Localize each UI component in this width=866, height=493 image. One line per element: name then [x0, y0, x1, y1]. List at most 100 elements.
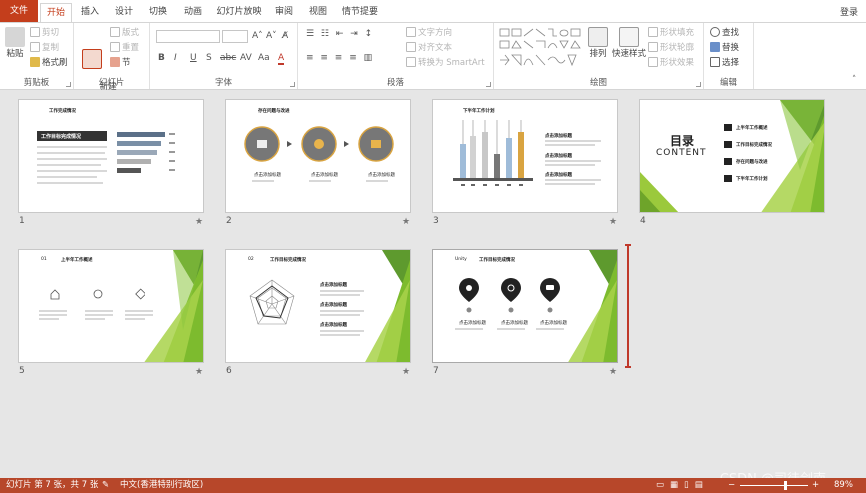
process-circles-graphic — [244, 126, 394, 162]
change-case-button[interactable]: Aa — [258, 53, 270, 63]
paste-button[interactable]: 粘贴 — [4, 27, 26, 60]
copy-button[interactable]: 复制 — [30, 42, 59, 54]
view-buttons[interactable]: ▭▦▯▤ — [656, 478, 709, 493]
scissors-icon — [30, 27, 40, 37]
char-spacing-button[interactable]: AV — [240, 53, 252, 63]
spelling-check-icon[interactable]: ✎ — [102, 478, 109, 493]
transition-star-icon[interactable]: ★ — [402, 217, 410, 227]
caption: 点击添加标题 — [368, 173, 395, 178]
text-line — [39, 314, 67, 316]
paint-bucket-icon — [648, 27, 658, 37]
tab-design[interactable]: 设计 — [110, 3, 138, 22]
section-button[interactable]: 节 — [110, 57, 131, 69]
font-size-combo[interactable] — [222, 30, 248, 43]
select-button[interactable]: 选择 — [710, 57, 739, 69]
clear-format-button[interactable]: A̸ — [282, 31, 288, 41]
icon-row — [50, 288, 145, 300]
tab-slideshow[interactable]: 幻灯片放映 — [214, 3, 264, 22]
transition-star-icon[interactable]: ★ — [195, 367, 203, 377]
toc-item: 工作目标完成情况 — [736, 143, 772, 148]
text-line — [85, 314, 113, 316]
font-color-button[interactable]: A — [278, 53, 285, 65]
layout-button[interactable]: 版式 — [110, 27, 139, 39]
transition-star-icon[interactable]: ★ — [609, 217, 617, 227]
transition-star-icon[interactable]: ★ — [195, 217, 203, 227]
quick-styles-button[interactable]: 快速样式 — [612, 27, 646, 60]
slide-thumbnail-3[interactable]: 下半年工作计划 点击添加标题 点击添加标题 点击添加标题 — [432, 99, 618, 213]
group-label-clipboard: 剪贴板 — [23, 78, 50, 88]
strikethrough-button[interactable]: abc — [220, 53, 236, 63]
reset-button[interactable]: 重置 — [110, 42, 139, 54]
zoom-slider[interactable] — [740, 485, 808, 486]
insertion-cursor — [625, 244, 631, 368]
text-line — [545, 183, 595, 185]
clipboard-launcher[interactable] — [66, 82, 71, 87]
slide-title: 存在问题与改进 — [258, 109, 290, 114]
align-text-button[interactable]: 对齐文本 — [406, 42, 452, 54]
text-line — [37, 176, 97, 178]
slide-number-2: 2 — [226, 216, 232, 226]
text-line — [39, 318, 59, 320]
subtitle-box: 工作目标完成情况 — [37, 131, 107, 141]
shape-effects-button[interactable]: 形状效果 — [648, 57, 694, 69]
side-title: 点击添加标题 — [320, 323, 347, 328]
arrange-button[interactable]: 排列 — [586, 27, 610, 60]
slide-title: 工作完成情况 — [49, 109, 76, 114]
italic-button[interactable]: I — [174, 53, 177, 63]
shape-fill-button[interactable]: 形状填充 — [648, 27, 694, 39]
tab-storyboard[interactable]: 情节提要 — [338, 3, 382, 22]
toc-subtitle: CONTENT — [656, 148, 707, 158]
slide-title: 工作目标完成情况 — [270, 258, 306, 263]
format-painter-button[interactable]: 格式刷 — [30, 57, 68, 69]
paragraph-launcher[interactable] — [486, 82, 491, 87]
slide-thumbnail-4[interactable]: 目录 CONTENT 上半年工作概述 工作目标完成情况 存在问题与改进 下半年工… — [639, 99, 825, 213]
replace-button[interactable]: 替换 — [710, 42, 739, 54]
column-graphic — [453, 120, 533, 186]
align-buttons[interactable]: ≡ ≡ ≡ ≡ ▥ — [306, 53, 374, 63]
paste-icon — [5, 27, 25, 47]
language-status[interactable]: 中文(香港特别行政区) — [120, 478, 203, 493]
shape-outline-button[interactable]: 形状轮廓 — [648, 42, 694, 54]
zoom-in-icon[interactable]: + — [812, 478, 819, 493]
drawing-launcher[interactable] — [696, 82, 701, 87]
find-button[interactable]: 查找 — [710, 27, 739, 39]
zoom-slider-thumb[interactable] — [784, 481, 787, 490]
text-direction-button[interactable]: 文字方向 — [406, 27, 452, 39]
shapes-gallery[interactable] — [498, 27, 582, 67]
brush-icon — [30, 57, 40, 67]
transition-star-icon[interactable]: ★ — [609, 367, 617, 377]
transition-star-icon[interactable]: ★ — [402, 367, 410, 377]
login-link[interactable]: 登录 — [840, 5, 858, 18]
slide-thumbnail-1[interactable]: 工作完成情况 工作目标完成情况 — [18, 99, 204, 213]
tab-file[interactable]: 文件 — [0, 0, 38, 22]
tab-review[interactable]: 审阅 — [270, 3, 298, 22]
cut-button[interactable]: 剪切 — [30, 27, 59, 39]
font-name-combo[interactable] — [156, 30, 220, 43]
text-line — [366, 180, 388, 182]
pen-icon — [648, 42, 658, 52]
list-buttons[interactable]: ☰ ☷ ⇤ ⇥ ↕ — [306, 29, 374, 39]
slide-thumbnail-6[interactable]: 02 工作目标完成情况 点击添加标题 点击添加标题 点击添加标题 — [225, 249, 411, 363]
shadow-button[interactable]: S — [206, 53, 212, 63]
tab-view[interactable]: 视图 — [304, 3, 332, 22]
text-line — [545, 164, 595, 166]
align-text-icon — [406, 42, 416, 52]
underline-button[interactable]: U — [190, 53, 197, 63]
tab-transitions[interactable]: 切换 — [144, 3, 172, 22]
side-title: 点击添加标题 — [545, 173, 572, 178]
tab-animations[interactable]: 动画 — [178, 3, 208, 22]
slide-thumbnail-5[interactable]: 01 上半年工作概述 — [18, 249, 204, 363]
zoom-out-icon[interactable]: − — [728, 478, 735, 493]
slide-thumbnail-2[interactable]: 存在问题与改进 点击添加标题 点击添加标题 点击添加标题 — [225, 99, 411, 213]
font-launcher[interactable] — [290, 82, 295, 87]
zoom-level[interactable]: 89% — [834, 478, 853, 493]
bold-button[interactable]: B — [158, 53, 165, 63]
shrink-font-button[interactable]: A˅ — [266, 31, 277, 41]
slide-thumbnail-7[interactable]: Unity 工作目标完成情况 点击添加标题 点击添加标题 点击添加标题 — [432, 249, 618, 363]
grow-font-button[interactable]: A˄ — [252, 31, 263, 41]
collapse-ribbon-icon[interactable]: ˄ — [852, 75, 856, 86]
tab-insert[interactable]: 插入 — [76, 3, 104, 22]
tab-home[interactable]: 开始 — [40, 3, 72, 22]
smartart-button[interactable]: 转换为 SmartArt — [406, 57, 485, 69]
toc-bullet — [724, 175, 732, 182]
